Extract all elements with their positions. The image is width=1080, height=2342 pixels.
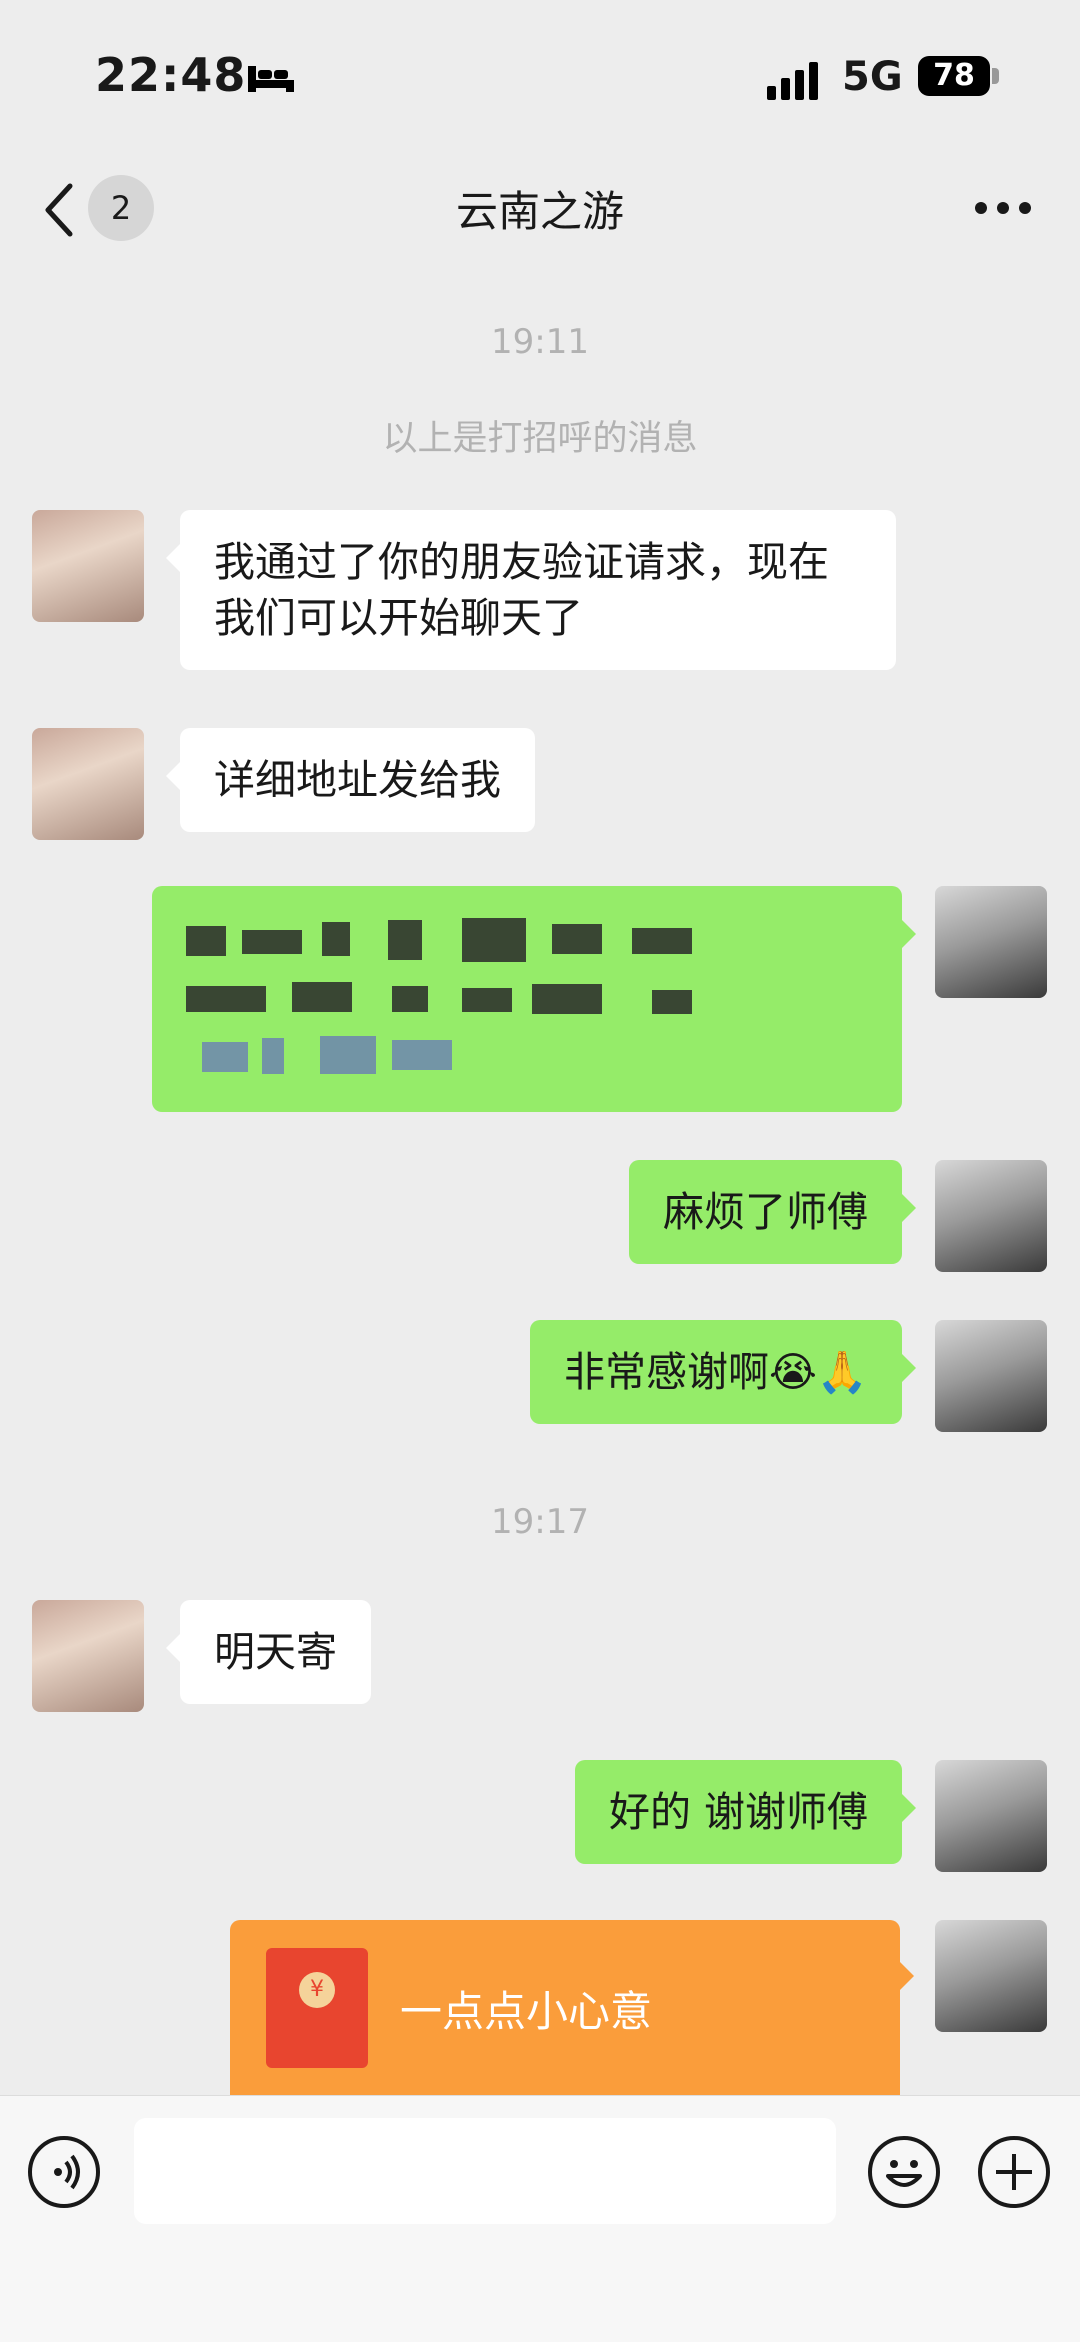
system-message: 以上是打招呼的消息 [382,419,698,459]
message-bubble-outgoing[interactable]: 好的 谢谢师傅 [574,1760,917,1864]
message-bubble-outgoing[interactable]: 非常感谢啊😭🙏 [530,1320,916,1424]
red-packet-message[interactable]: ¥ 一点点小心意 [230,1920,914,2105]
avatar-self[interactable] [935,886,1047,998]
red-packet-icon: ¥ [266,1948,368,2068]
yuan-coin-icon: ¥ [299,1972,335,2008]
avatar-contact[interactable] [32,728,144,840]
message-input[interactable] [134,2118,836,2224]
input-bar [0,2095,1080,2342]
avatar-self[interactable] [935,1320,1047,1432]
message-bubble-outgoing[interactable]: 麻烦了师傅 [629,1160,916,1264]
plus-icon[interactable] [978,2136,1050,2208]
battery-icon: 78 [918,56,990,96]
more-icon[interactable] [975,202,1031,216]
signal-icon [767,62,818,100]
timestamp: 19:11 [491,322,589,362]
battery-tip [992,68,999,84]
avatar-contact[interactable] [32,510,144,622]
network-type: 5G [842,54,903,100]
emoji-icon[interactable] [868,2136,940,2208]
red-packet-label: 一点点小心意 [400,1987,653,2036]
message-bubble-incoming[interactable]: 我通过了你的朋友验证请求，现在我们可以开始聊天了 [166,510,896,670]
status-time: 22:48 [95,48,247,102]
avatar-self[interactable] [935,1920,1047,2032]
timestamp: 19:17 [491,1502,589,1542]
avatar-self[interactable] [935,1160,1047,1272]
message-bubble-incoming[interactable]: 明天寄 [166,1600,371,1704]
message-bubble-incoming[interactable]: 详细地址发给我 [166,728,535,832]
bed-icon [248,66,294,92]
chat-title: 云南之游 [455,187,624,236]
status-bar: 22:48 5G 78 [0,0,1080,150]
avatar-self[interactable] [935,1760,1047,1872]
voice-icon[interactable] [28,2136,100,2208]
avatar-contact[interactable] [32,1600,144,1712]
battery-level: 78 [933,58,975,93]
redacted-address [186,918,692,1074]
